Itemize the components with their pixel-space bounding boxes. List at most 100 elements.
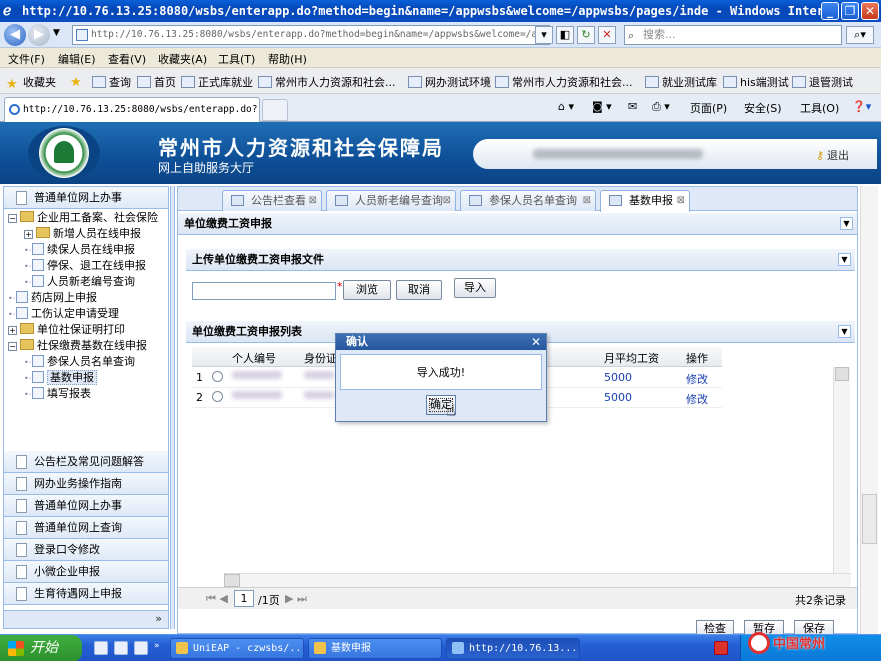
- refresh-icon[interactable]: ↻: [577, 26, 595, 44]
- tab-close-icon[interactable]: ⊠: [583, 191, 591, 210]
- help-icon[interactable]: ❓▾: [852, 100, 871, 113]
- nav-section-online-business[interactable]: 普通单位网上办事: [4, 495, 168, 517]
- nav-section-header[interactable]: 普通单位网上办事: [4, 187, 168, 209]
- tree-item-suspend[interactable]: •· 停保、退工在线申报: [24, 258, 146, 274]
- pager-first-prev-icons[interactable]: ⏮ ◀: [206, 592, 228, 606]
- fav-link-test-env[interactable]: 网办测试环境: [408, 74, 491, 90]
- fav-link-retire-test[interactable]: 退管测试: [792, 74, 853, 90]
- tab-id-query[interactable]: 人员新老编号查询 ⊠: [326, 190, 456, 211]
- tree-folder-new-staff[interactable]: + 新增人员在线申报: [24, 226, 141, 242]
- page-number-input[interactable]: 1: [234, 590, 254, 607]
- add-favorite-icon[interactable]: ★: [70, 74, 87, 90]
- tree-item-fill-report[interactable]: •· 填写报表: [24, 386, 91, 402]
- close-window-button[interactable]: ✕: [861, 2, 879, 20]
- new-tab-button[interactable]: [262, 99, 288, 121]
- minimize-button[interactable]: _: [821, 2, 839, 20]
- nav-section-password[interactable]: 登录口令修改: [4, 539, 168, 561]
- page-vertical-scrollbar[interactable]: [860, 186, 878, 634]
- start-button[interactable]: 开始: [0, 635, 82, 661]
- forward-button[interactable]: ▶: [28, 24, 50, 46]
- address-dropdown-icon[interactable]: ▾: [535, 26, 553, 44]
- compat-view-icon[interactable]: ◧: [556, 26, 574, 44]
- tab-close-icon[interactable]: ⊠: [309, 191, 317, 210]
- cancel-button[interactable]: 取消: [396, 280, 442, 300]
- row-radio[interactable]: [212, 371, 223, 382]
- tree-folder-certificate[interactable]: + 单位社保证明打印: [8, 322, 125, 338]
- menu-help[interactable]: 帮助(H): [268, 51, 307, 67]
- tree-item-base-declare[interactable]: •· 基数申报: [24, 370, 97, 386]
- file-path-input[interactable]: [192, 282, 336, 300]
- address-input[interactable]: http://10.76.13.25:8080/wsbs/enterapp.do…: [72, 25, 550, 45]
- stop-icon[interactable]: ✕: [598, 26, 616, 44]
- history-dropdown-icon[interactable]: ▼: [53, 28, 60, 38]
- tree-item-injury[interactable]: •· 工伤认定申请受理: [8, 306, 119, 322]
- fav-link-his-test[interactable]: his端测试: [723, 74, 789, 90]
- page-menu[interactable]: 页面(P): [690, 100, 727, 116]
- fav-link-employment-test[interactable]: 就业测试库: [645, 74, 717, 90]
- logout-button[interactable]: ⚷ 退出: [816, 147, 849, 163]
- fav-link-home[interactable]: 首页: [137, 74, 176, 90]
- upload-panel-collapse-icon[interactable]: ▼: [838, 253, 851, 266]
- quicklaunch-ie-icon[interactable]: [94, 641, 108, 655]
- nav-section-maternity[interactable]: 生育待遇网上申报: [4, 583, 168, 605]
- menu-bar: 文件(F) 编辑(E) 查看(V) 收藏夹(A) 工具(T) 帮助(H): [0, 48, 881, 68]
- menu-edit[interactable]: 编辑(E): [58, 51, 96, 67]
- browser-tab[interactable]: http://10.76.13.25:8080/wsbs/enterapp.do…: [4, 97, 260, 122]
- import-button[interactable]: 导入: [454, 278, 496, 298]
- menu-favorites[interactable]: 收藏夹(A): [158, 51, 207, 67]
- grid-vertical-scrollbar[interactable]: [833, 367, 850, 573]
- tree-folder-base-declare[interactable]: − 社保缴费基数在线申报: [8, 338, 147, 354]
- dialog-close-icon[interactable]: ✕: [531, 334, 541, 350]
- pager-next-last-icons[interactable]: ▶ ⏭: [285, 592, 307, 606]
- browse-button[interactable]: 浏览: [343, 280, 391, 300]
- fav-link-employment[interactable]: 正式库就业: [181, 74, 253, 90]
- fav-link-hrss-2[interactable]: 常州市人力资源和社会...: [495, 74, 633, 90]
- tab-close-icon[interactable]: ⊠: [677, 191, 685, 210]
- list-panel-collapse-icon[interactable]: ▼: [838, 325, 851, 338]
- tab-notice-view[interactable]: 公告栏查看 ⊠: [222, 190, 322, 211]
- tree-item-pharmacy[interactable]: •· 药店网上申报: [8, 290, 97, 306]
- menu-tools[interactable]: 工具(T): [218, 51, 255, 67]
- menu-file[interactable]: 文件(F): [8, 51, 45, 67]
- tray-sogou-icon[interactable]: [714, 641, 728, 655]
- tree-item-insured-list[interactable]: •· 参保人员名单查询: [24, 354, 135, 370]
- nav-section-micro-enterprise[interactable]: 小微企业申报: [4, 561, 168, 583]
- quicklaunch-firefox-icon[interactable]: [134, 641, 148, 655]
- tab-base-declare[interactable]: 基数申报 ⊠: [600, 190, 690, 212]
- taskbar-ie[interactable]: http://10.76.13....: [446, 638, 580, 659]
- nav-section-guide[interactable]: 网办业务操作指南: [4, 473, 168, 495]
- feeds-icon[interactable]: ◙ ▾: [592, 100, 612, 113]
- panel-collapse-icon[interactable]: ▼: [840, 217, 853, 230]
- row-radio[interactable]: [212, 391, 223, 402]
- quicklaunch-more-icon[interactable]: »: [154, 641, 160, 651]
- tree-folder-employment-insurance[interactable]: − 企业用工备案、社会保险: [8, 210, 158, 226]
- collapse-button[interactable]: »: [155, 612, 162, 625]
- taskbar-uniEAP[interactable]: UniEAP - czwsbs/...: [170, 638, 304, 659]
- home-icon[interactable]: ⌂ ▾: [558, 100, 574, 113]
- search-go-button[interactable]: ⌕▾: [846, 26, 874, 44]
- fav-link-query[interactable]: 查询: [92, 74, 131, 90]
- nav-section-online-query[interactable]: 普通单位网上查询: [4, 517, 168, 539]
- taskbar-base-declare[interactable]: 基数申报: [308, 638, 442, 659]
- print-icon[interactable]: ⎙ ▾: [652, 100, 670, 114]
- edit-link[interactable]: 修改: [686, 391, 708, 407]
- maximize-button[interactable]: ❐: [841, 2, 859, 20]
- tab-close-icon[interactable]: ⊠: [443, 191, 451, 210]
- nav-section-notice[interactable]: 公告栏及常见问题解答: [4, 451, 168, 473]
- safety-menu[interactable]: 安全(S): [744, 100, 782, 116]
- tree-item-id-query[interactable]: •· 人员新老编号查询: [24, 274, 135, 290]
- tools-menu[interactable]: 工具(O): [800, 100, 839, 116]
- mail-icon[interactable]: ✉: [628, 100, 637, 113]
- tab-insured-list[interactable]: 参保人员名单查询 ⊠: [460, 190, 596, 211]
- back-button[interactable]: ◀: [4, 24, 26, 46]
- search-input[interactable]: ⌕ 搜索...: [624, 25, 842, 45]
- quicklaunch-desktop-icon[interactable]: [114, 641, 128, 655]
- file-icon: [32, 259, 44, 271]
- panel-splitter[interactable]: [170, 186, 175, 629]
- fav-link-hrss-1[interactable]: 常州市人力资源和社会...: [258, 74, 396, 90]
- grid-horizontal-scrollbar[interactable]: [224, 573, 851, 587]
- favorites-button[interactable]: ★ 收藏夹: [6, 74, 56, 92]
- menu-view[interactable]: 查看(V): [108, 51, 146, 67]
- tree-item-renewal[interactable]: •· 续保人员在线申报: [24, 242, 135, 258]
- edit-link[interactable]: 修改: [686, 371, 708, 387]
